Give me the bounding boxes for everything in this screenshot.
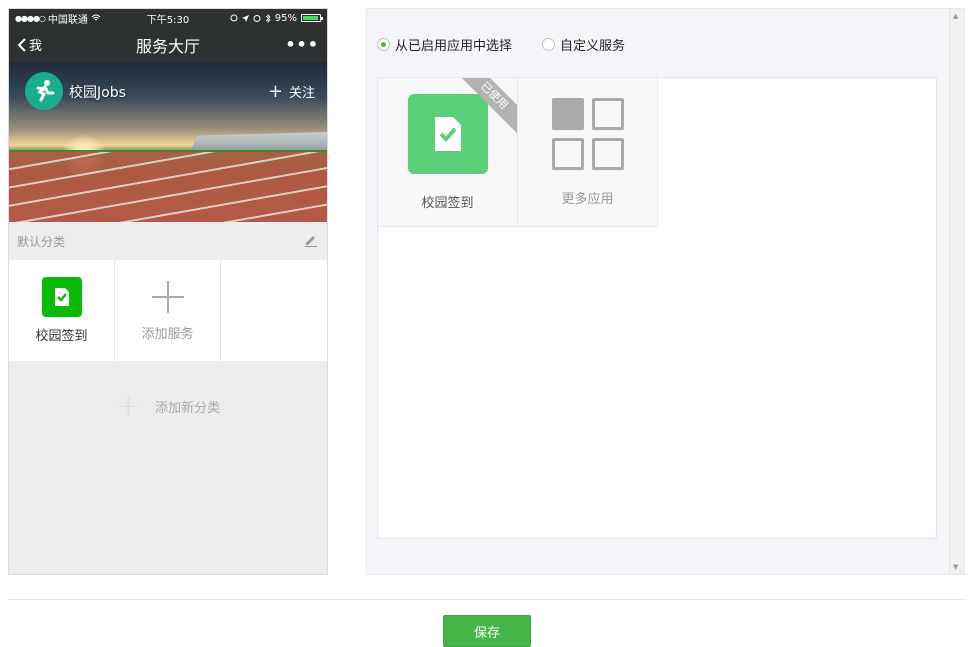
bluetooth-icon xyxy=(265,13,271,23)
account-banner: 校园Jobs + 关注 xyxy=(9,62,327,222)
add-service-label: 添加服务 xyxy=(141,327,194,342)
battery-icon xyxy=(301,14,323,22)
app-tile-campus-checkin[interactable]: 已使用 校园签到 xyxy=(378,78,518,227)
plus-icon: + xyxy=(115,388,142,424)
category-name: 默认分类 xyxy=(17,234,66,249)
more-icon[interactable]: ••• xyxy=(285,35,319,54)
radio-label: 自定义服务 xyxy=(560,39,626,54)
scroll-down-icon[interactable]: ▼ xyxy=(953,563,958,571)
scrollbar[interactable]: ▲ ▼ xyxy=(949,9,964,574)
radio-from-enabled-apps[interactable]: 从已启用应用中选择 xyxy=(377,35,512,54)
location-icon xyxy=(241,14,249,22)
back-label: 我 xyxy=(29,39,43,54)
radio-dot xyxy=(542,38,556,51)
lock-rotation-icon xyxy=(230,14,238,22)
battery-fill xyxy=(303,16,319,20)
banner-stadium xyxy=(191,132,327,150)
service-grid: 校园签到 添加服务 xyxy=(9,260,327,361)
account-name: 校园Jobs xyxy=(69,85,126,101)
app-tile-more-apps[interactable]: 更多应用 xyxy=(518,78,658,227)
category-header: 默认分类 xyxy=(9,222,327,260)
battery-percent: 95% xyxy=(274,12,297,24)
page-title: 服务大厅 xyxy=(135,36,200,56)
pencil-icon xyxy=(305,235,317,247)
banner-track xyxy=(9,152,327,222)
grid-icon xyxy=(551,98,624,170)
account-logo xyxy=(25,72,63,110)
save-button[interactable]: 保存 xyxy=(443,615,531,647)
edit-button[interactable] xyxy=(303,232,319,251)
service-item-label: 校园签到 xyxy=(35,329,88,344)
follow-label: 关注 xyxy=(288,86,315,101)
plus-icon xyxy=(151,281,184,313)
checkin-icon xyxy=(41,277,82,317)
signal-strength: ●●●●○ xyxy=(15,13,46,23)
nav-bar: 我 服务大厅 ••• xyxy=(9,27,327,62)
radio-custom-service[interactable]: 自定义服务 xyxy=(542,35,625,54)
add-category-button[interactable]: + 添加新分类 xyxy=(9,361,327,451)
service-item-campus-checkin[interactable]: 校园签到 xyxy=(9,260,115,361)
apps-list: 已使用 校园签到 更多应用 xyxy=(377,77,937,539)
scroll-up-icon[interactable]: ▲ xyxy=(953,12,958,20)
checkin-icon xyxy=(407,94,488,174)
runner-icon xyxy=(36,80,55,102)
service-config-panel: 从已启用应用中选择 自定义服务 已使用 校园签到 更多应用 ▲ ▼ xyxy=(366,8,965,575)
app-tile-label: 校园签到 xyxy=(421,196,474,211)
empty-cell xyxy=(221,260,327,361)
plus-icon: + xyxy=(267,80,283,102)
phone-preview: ●●●●○ 中国联通 下午5:30 95% 我 服务大厅 ••• 校园Jobs … xyxy=(8,8,328,575)
back-button[interactable]: 我 xyxy=(17,35,42,54)
wifi-icon xyxy=(91,14,101,21)
source-radio-group: 从已启用应用中选择 自定义服务 xyxy=(377,35,625,54)
radio-dot xyxy=(377,38,390,51)
follow-button[interactable]: + 关注 xyxy=(268,82,315,101)
radio-label: 从已启用应用中选择 xyxy=(395,39,513,54)
footer-divider xyxy=(8,599,966,600)
chevron-left-icon xyxy=(17,37,26,52)
add-category-label: 添加新分类 xyxy=(155,400,221,416)
carrier-name: 中国联通 xyxy=(47,14,88,26)
app-tile-label: 更多应用 xyxy=(561,192,614,207)
add-service-button[interactable]: 添加服务 xyxy=(115,260,221,361)
alarm-icon xyxy=(253,15,261,22)
status-bar: ●●●●○ 中国联通 下午5:30 95% xyxy=(9,9,327,27)
